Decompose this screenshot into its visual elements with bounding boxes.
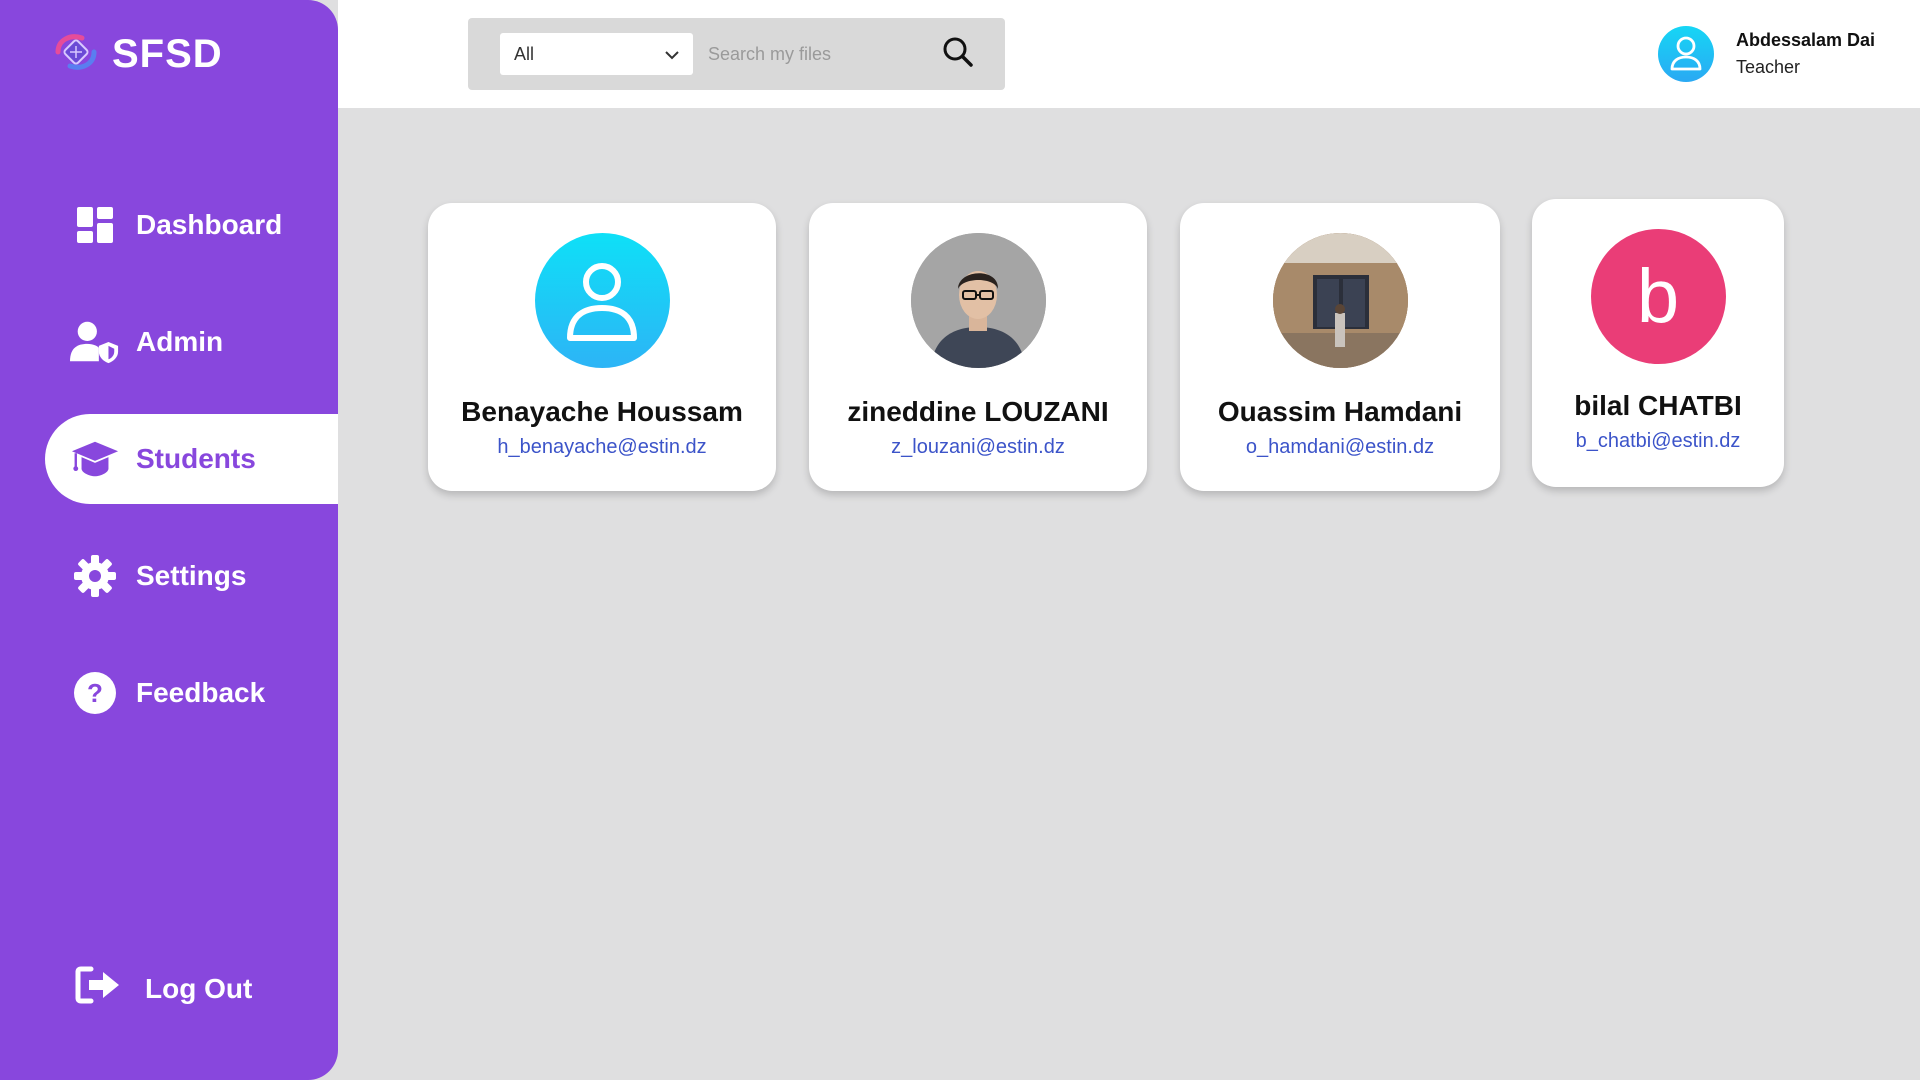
- logo-icon: [52, 30, 100, 79]
- svg-text:?: ?: [87, 678, 103, 708]
- sidebar-item-dashboard[interactable]: Dashboard: [45, 180, 338, 270]
- user-info: Abdessalam Dai Teacher: [1736, 30, 1875, 78]
- gear-icon: [70, 551, 120, 601]
- student-name: Ouassim Hamdani: [1217, 396, 1463, 427]
- user-role: Teacher: [1736, 57, 1801, 77]
- filter-select-value: All: [514, 43, 535, 64]
- sidebar-item-label: Feedback: [136, 677, 266, 708]
- search-bar: All: [468, 18, 1005, 90]
- question-icon: ?: [70, 668, 120, 718]
- search-icon: [942, 36, 974, 73]
- sidebar-item-label: Settings: [136, 560, 247, 591]
- user-name: Abdessalam Dai: [1736, 30, 1876, 50]
- profile-photo: [1272, 233, 1408, 368]
- student-email[interactable]: o_hamdani@estin.dz: [1180, 436, 1500, 459]
- student-card[interactable]: Ouassim Hamdani o_hamdani@estin.dz: [1180, 203, 1500, 491]
- app-logo[interactable]: SFSD: [52, 30, 223, 79]
- student-name: zineddine LOUZANI: [847, 396, 1109, 427]
- user-profile[interactable]: Abdessalam Dai Teacher: [1658, 26, 1875, 82]
- sidebar-item-feedback[interactable]: ? Feedback: [45, 648, 338, 738]
- sidebar-item-admin[interactable]: Admin: [45, 297, 338, 387]
- top-header: All Abdessalam Dai Teacher: [338, 0, 1920, 108]
- sidebar-item-students[interactable]: Students: [45, 414, 338, 504]
- avatar-initial: b: [1636, 253, 1680, 339]
- student-name: Benayache Houssam: [461, 396, 743, 427]
- student-card[interactable]: b bilal CHATBI b_chatbi@estin.dz: [1532, 199, 1784, 487]
- default-user-icon: [534, 233, 670, 368]
- app-name: SFSD: [112, 32, 223, 76]
- student-email[interactable]: h_benayache@estin.dz: [428, 436, 776, 459]
- logout-button[interactable]: Log Out: [75, 965, 252, 1012]
- dashboard-icon: [70, 200, 120, 250]
- user-icon: [1670, 36, 1702, 71]
- logout-label: Log Out: [145, 972, 253, 1004]
- graduation-cap-icon: [70, 434, 120, 484]
- student-name: bilal CHATBI: [1574, 390, 1742, 421]
- letter-avatar: b: [1590, 229, 1726, 364]
- student-email[interactable]: b_chatbi@estin.dz: [1532, 430, 1784, 453]
- avatar: [1658, 26, 1714, 82]
- sidebar-item-label: Dashboard: [136, 209, 283, 240]
- chevron-down-icon: [665, 44, 679, 65]
- search-input[interactable]: [708, 33, 928, 75]
- student-card[interactable]: Benayache Houssam h_benayache@estin.dz: [428, 203, 776, 491]
- student-email[interactable]: z_louzani@estin.dz: [809, 436, 1147, 459]
- search-button[interactable]: [940, 36, 976, 72]
- sidebar-item-settings[interactable]: Settings: [45, 531, 338, 621]
- sidebar: SFSD Dashboard Admin Students Settings ?…: [0, 0, 338, 1080]
- filter-select[interactable]: All: [500, 33, 693, 75]
- profile-photo: [910, 233, 1046, 368]
- logout-icon: [75, 965, 121, 1012]
- student-card[interactable]: zineddine LOUZANI z_louzani@estin.dz: [809, 203, 1147, 491]
- admin-user-icon: [70, 317, 120, 367]
- sidebar-item-label: Admin: [136, 326, 224, 357]
- sidebar-item-label: Students: [136, 443, 256, 474]
